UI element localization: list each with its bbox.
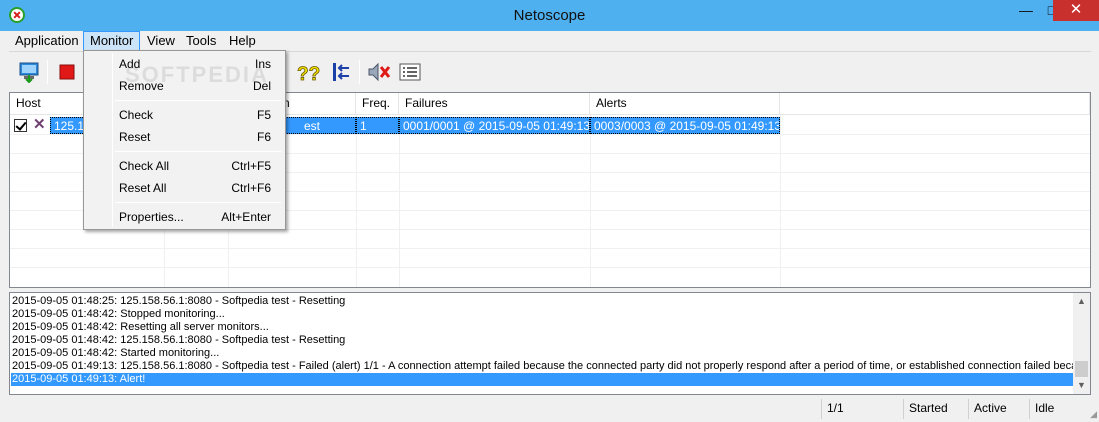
menu-item-label: Check All <box>119 159 170 173</box>
menu-separator <box>115 151 281 152</box>
status-activity: Active <box>968 399 1027 419</box>
menu-item-label: Remove <box>119 79 164 93</box>
menu-item-label: Check <box>119 108 154 122</box>
status-bar: 1/1 Started Active Idle ◢ <box>0 397 1099 422</box>
status-idle: Idle <box>1029 399 1081 419</box>
grid-line <box>10 267 1090 268</box>
menu-item-properties[interactable]: Properties... Alt+Enter <box>86 206 283 228</box>
grid-line <box>590 115 591 287</box>
cell-freq[interactable]: 1 <box>356 117 399 134</box>
toolbar-separator <box>47 60 48 84</box>
menu-help[interactable]: Help <box>223 31 262 51</box>
menu-item-reset[interactable]: Reset F6 <box>86 126 283 148</box>
menu-monitor[interactable]: Monitor <box>83 31 141 51</box>
grid-line <box>399 115 400 287</box>
grid-line <box>780 115 781 287</box>
menu-item-shortcut: Ctrl+F5 <box>231 159 271 173</box>
log-line: 2015-09-05 01:48:25: 125.158.56.1:8080 -… <box>12 295 346 307</box>
log-line: 2015-09-05 01:48:42: Resetting all serve… <box>12 321 269 333</box>
toolbar-separator <box>359 60 360 84</box>
minimize-button[interactable]: — <box>1012 0 1040 21</box>
window-title: Netoscope <box>513 7 586 24</box>
menu-item-reset-all[interactable]: Reset All Ctrl+F6 <box>86 177 283 199</box>
help-check-icon[interactable]: ?? <box>296 60 320 84</box>
grid-line <box>10 248 1090 249</box>
menu-item-label: Properties... <box>119 210 184 224</box>
log-line: 2015-09-05 01:48:42: 125.158.56.1:8080 -… <box>12 334 346 346</box>
column-header-failures[interactable]: Failures <box>399 93 590 115</box>
svg-text:??: ?? <box>297 64 320 84</box>
menu-item-shortcut: Del <box>252 79 271 93</box>
title-bar: Netoscope — □ ✕ <box>0 0 1099 31</box>
log-line-selected[interactable]: 2015-09-05 01:49:13: Alert! <box>11 373 1074 386</box>
menu-item-label: Add <box>119 57 141 71</box>
add-monitor-icon[interactable] <box>17 60 41 84</box>
mute-alerts-icon[interactable] <box>367 60 391 84</box>
menu-separator <box>115 100 281 101</box>
column-header-filler <box>780 93 1090 115</box>
column-header-freq[interactable]: Freq. <box>356 93 399 115</box>
close-button[interactable]: ✕ <box>1053 0 1099 21</box>
menu-item-remove[interactable]: Remove Del <box>86 75 283 97</box>
log-line: 2015-09-05 01:48:42: Started monitoring.… <box>12 347 220 359</box>
cell-failures[interactable]: 0001/0001 @ 2015-09-05 01:49:13 <box>399 117 590 134</box>
menu-item-label: Reset <box>119 130 151 144</box>
log-scrollbar[interactable]: ▲ ▼ <box>1073 293 1090 394</box>
menu-separator <box>115 202 281 203</box>
scroll-up-icon[interactable]: ▲ <box>1073 293 1090 310</box>
menu-view[interactable]: View <box>141 31 181 51</box>
menu-item-shortcut: Alt+Enter <box>221 210 271 224</box>
menu-tools[interactable]: Tools <box>180 31 222 51</box>
grid-line <box>356 115 357 287</box>
menu-item-shortcut: Ctrl+F6 <box>231 181 271 195</box>
row-enabled-checkbox[interactable] <box>14 119 27 132</box>
menu-application[interactable]: Application <box>9 31 85 51</box>
menu-item-check[interactable]: Check F5 <box>86 104 283 126</box>
status-count: 1/1 <box>821 399 901 419</box>
monitor-dropdown-menu: Add Ins Remove Del Check F5 Reset F6 Che… <box>83 50 286 230</box>
collapse-icon[interactable] <box>329 60 353 84</box>
log-pane[interactable]: 2015-09-05 01:48:25: 125.158.56.1:8080 -… <box>9 292 1091 395</box>
failed-status-icon: ✕ <box>33 116 46 133</box>
stop-icon[interactable] <box>55 60 79 84</box>
menu-item-check-all[interactable]: Check All Ctrl+F5 <box>86 155 283 177</box>
menu-item-shortcut: F6 <box>256 130 271 144</box>
menu-item-add[interactable]: Add Ins <box>86 53 283 75</box>
column-header-alerts[interactable]: Alerts <box>590 93 780 115</box>
log-line: 2015-09-05 01:49:13: 125.158.56.1:8080 -… <box>12 360 1073 372</box>
menu-bar: Application Monitor View Tools Help <box>0 31 1099 51</box>
resize-grip-icon[interactable]: ◢ <box>1090 409 1097 420</box>
log-line: 2015-09-05 01:48:42: Stopped monitoring.… <box>12 308 225 320</box>
status-state: Started <box>903 399 967 419</box>
cell-alerts[interactable]: 0003/0003 @ 2015-09-05 01:49:13 <box>590 117 780 134</box>
scroll-down-icon[interactable]: ▼ <box>1073 377 1090 394</box>
scrollbar-thumb[interactable] <box>1075 361 1088 377</box>
details-list-icon[interactable] <box>398 60 422 84</box>
menu-item-label: Reset All <box>119 181 167 195</box>
menu-item-shortcut: F5 <box>256 108 271 122</box>
menu-item-shortcut: Ins <box>254 57 271 71</box>
